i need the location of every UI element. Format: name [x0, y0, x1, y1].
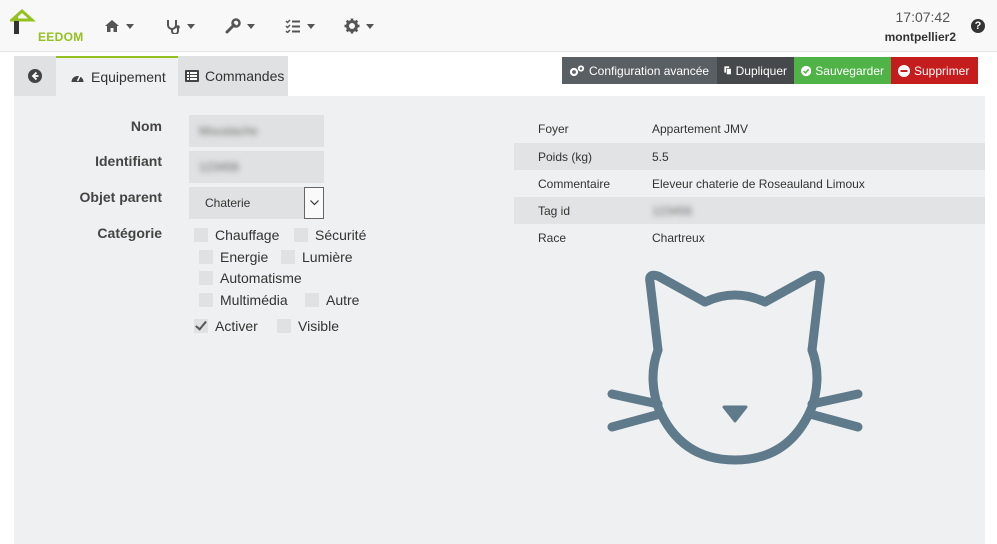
settings-menu[interactable] — [344, 16, 374, 36]
parent-label: Objet parent — [79, 189, 162, 205]
scenarios-menu[interactable] — [285, 16, 315, 36]
tab-commandes-label: Commandes — [205, 68, 285, 84]
list-icon — [185, 70, 199, 82]
info-row-race: Race Chartreux — [514, 224, 985, 251]
checkbox-label: Chauffage — [215, 227, 280, 243]
info-value: Appartement JMV — [652, 121, 749, 136]
duplicate-label: Dupliquer — [735, 63, 787, 78]
info-row-tag: Tag id 123456 — [514, 197, 985, 224]
tools-menu[interactable] — [225, 16, 255, 36]
name-field[interactable]: Moustache — [189, 115, 324, 147]
top-navbar: EEDOM 17:07:42 montpellier2 ? — [0, 0, 997, 52]
jeedom-logo[interactable]: EEDOM — [8, 8, 83, 44]
info-key: Poids (kg) — [538, 149, 593, 164]
visible-option[interactable]: Visible — [277, 318, 339, 334]
checkbox[interactable] — [194, 228, 208, 242]
checkbox[interactable] — [199, 293, 213, 307]
save-button[interactable]: Sauvegarder — [794, 57, 891, 84]
checkbox[interactable] — [294, 228, 308, 242]
chevron-down-icon — [187, 23, 195, 29]
parent-select[interactable]: Chaterie — [189, 187, 324, 219]
info-value: 123456 — [652, 203, 693, 218]
info-key: Foyer — [538, 121, 569, 136]
clock: 17:07:42 — [895, 9, 951, 25]
hostname: montpellier2 — [884, 30, 956, 44]
id-field[interactable]: 123456 — [189, 151, 324, 183]
house-logo-icon — [8, 8, 36, 34]
cat-face-icon — [607, 270, 863, 465]
analysis-menu[interactable] — [165, 16, 195, 36]
checkbox-label: Multimédia — [220, 292, 288, 308]
info-row-commentaire: Commentaire Eleveur chaterie de Roseaula… — [514, 170, 985, 197]
chevron-down-icon — [309, 200, 319, 206]
minus-circle-icon — [898, 64, 910, 77]
back-arrow-icon — [28, 69, 42, 83]
chevron-down-icon — [307, 23, 315, 29]
checkbox-label: Automatisme — [220, 270, 302, 286]
chevron-down-icon — [126, 23, 134, 29]
advanced-config-button[interactable]: Configuration avancée — [562, 57, 717, 84]
chevron-down-icon — [366, 23, 374, 29]
checkbox-label: Lumière — [302, 249, 353, 265]
category-autre[interactable]: Autre — [305, 292, 359, 308]
tab-equipement-label: Equipement — [91, 69, 166, 85]
activate-label: Activer — [215, 318, 258, 334]
checkbox[interactable] — [305, 293, 319, 307]
info-key: Tag id — [538, 203, 571, 218]
checkbox[interactable] — [281, 250, 295, 264]
category-lumiere[interactable]: Lumière — [281, 249, 353, 265]
save-label: Sauvegarder — [815, 63, 884, 78]
info-row-poids: Poids (kg) 5.5 — [514, 143, 985, 170]
advanced-config-label: Configuration avancée — [589, 63, 710, 78]
name-value: Moustache — [199, 124, 258, 138]
copy-icon — [724, 66, 732, 76]
tasks-icon — [285, 19, 300, 33]
cogs-icon — [569, 64, 585, 76]
info-key: Race — [538, 230, 567, 245]
help-icon[interactable]: ? — [971, 19, 985, 33]
name-label: Nom — [130, 118, 162, 134]
delete-button[interactable]: Supprimer — [891, 57, 978, 84]
info-row-foyer: Foyer Appartement JMV — [514, 115, 985, 142]
info-value: 5.5 — [652, 149, 669, 164]
check-circle-icon — [801, 65, 812, 76]
tab-equipement[interactable]: Equipement — [56, 56, 178, 96]
checkbox-label: Sécurité — [315, 227, 367, 243]
id-value: 123456 — [199, 160, 240, 174]
home-icon — [105, 20, 119, 32]
category-label: Catégorie — [97, 225, 162, 241]
logo-text: EEDOM — [38, 30, 84, 44]
home-menu[interactable] — [104, 16, 134, 36]
visible-label: Visible — [298, 318, 339, 334]
activate-checkbox[interactable] — [194, 319, 208, 333]
gear-icon — [344, 18, 360, 34]
wrench-icon — [225, 18, 241, 34]
info-value: Eleveur chaterie de Roseauland Limoux — [652, 176, 865, 191]
tab-commandes[interactable]: Commandes — [178, 56, 288, 96]
visible-checkbox[interactable] — [277, 319, 291, 333]
stethoscope-icon — [167, 20, 180, 34]
category-automatisme[interactable]: Automatisme — [199, 270, 302, 286]
checkbox[interactable] — [199, 250, 213, 264]
activate-option[interactable]: Activer — [194, 318, 258, 334]
checkbox-label: Energie — [220, 249, 269, 265]
select-arrow[interactable] — [304, 187, 324, 219]
chevron-down-icon — [247, 23, 255, 29]
info-value: Chartreux — [652, 230, 705, 245]
info-key: Commentaire — [538, 176, 611, 191]
id-label: Identifiant — [95, 153, 162, 169]
category-chauffage[interactable]: Chauffage — [194, 227, 279, 243]
checkbox-label: Autre — [326, 292, 360, 308]
category-energie[interactable]: Energie — [199, 249, 268, 265]
dashboard-gauge-icon — [71, 75, 84, 82]
category-securite[interactable]: Sécurité — [294, 227, 366, 243]
back-button[interactable] — [14, 56, 56, 96]
parent-select-value: Chaterie — [205, 196, 251, 210]
checkbox[interactable] — [199, 271, 213, 285]
duplicate-button[interactable]: Dupliquer — [717, 57, 794, 84]
category-multimedia[interactable]: Multimédia — [199, 292, 288, 308]
delete-label: Supprimer — [914, 63, 970, 78]
